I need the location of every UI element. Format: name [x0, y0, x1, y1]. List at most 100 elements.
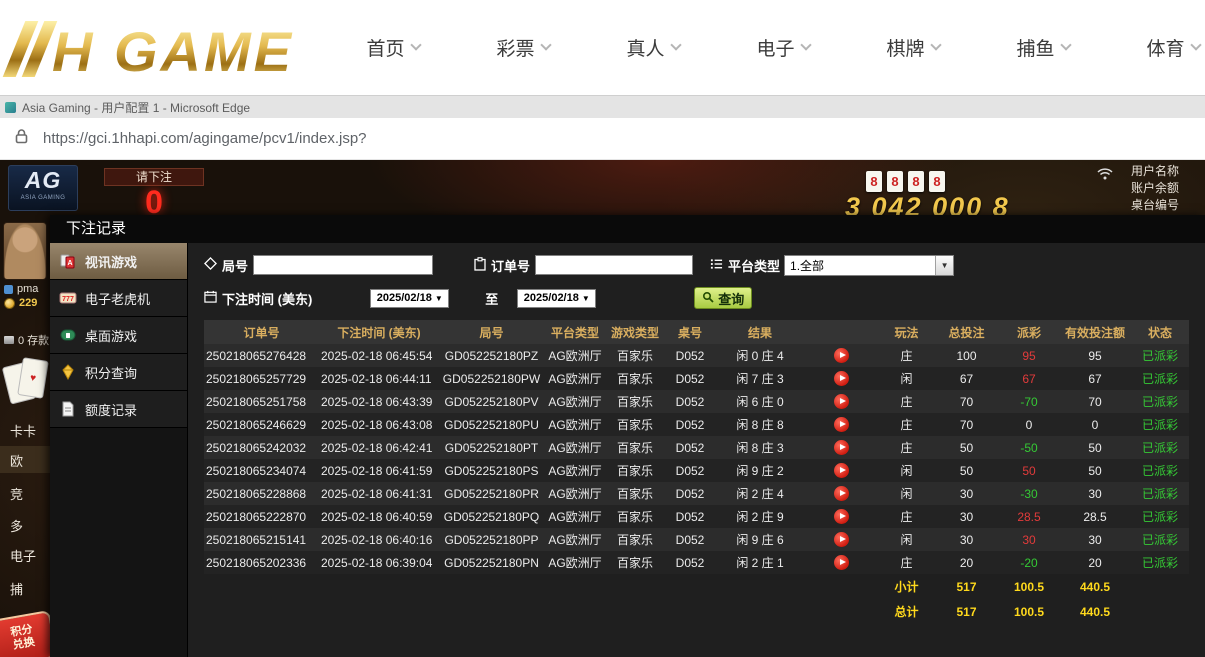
column-header: 游戏类型	[606, 320, 664, 344]
replay-button[interactable]	[834, 532, 849, 547]
total-payout: 100.5	[999, 599, 1059, 624]
cell-table-no: D052	[664, 344, 716, 367]
sidebar-item-0[interactable]: 卡卡	[10, 421, 36, 440]
screen: H GAME 首页彩票真人电子棋牌捕鱼体育 Asia Gaming - 用户配置…	[0, 0, 1205, 657]
column-header: 玩法	[879, 320, 934, 344]
site-logo[interactable]: H GAME	[14, 12, 294, 82]
menu-item-video-games[interactable]: A视讯游戏	[50, 243, 187, 280]
replay-button[interactable]	[834, 348, 849, 363]
cell-time: 2025-02-18 06:43:08	[319, 413, 439, 436]
nav-item-boardgames[interactable]: 棋牌	[848, 34, 978, 61]
cell-round: GD052252180PT	[439, 436, 544, 459]
balance-row: 229	[4, 297, 37, 309]
info-label-username: 用户名称	[1131, 163, 1205, 180]
favicon	[5, 102, 16, 113]
filter-row-2: 下注时间 (美东) 2025/02/18 ▼ 至 2025/02/18 ▼	[204, 286, 1189, 310]
nav-item-lottery[interactable]: 彩票	[458, 34, 588, 61]
cell-total-bet: 100	[934, 344, 999, 367]
replay-button[interactable]	[834, 371, 849, 386]
nav-item-electronic[interactable]: 电子	[718, 34, 848, 61]
url-bar: https://gci.1hhapi.com/agingame/pcv1/ind…	[0, 118, 1205, 160]
cell-result: 闲 8 庄 3	[716, 436, 804, 459]
to-label: 至	[485, 289, 498, 308]
cell-platform: AG欧洲厅	[544, 459, 606, 482]
sidebar-item-3[interactable]: 多	[10, 516, 23, 535]
cell-order: 250218065242032	[204, 436, 319, 459]
cell-status: 已派彩	[1131, 344, 1189, 367]
menu-item-slot-machines[interactable]: 777 电子老虎机	[50, 280, 187, 317]
query-label: 查询	[718, 289, 744, 308]
menu-item-points-query[interactable]: 积分查询	[50, 354, 187, 391]
calendar-icon	[204, 290, 217, 306]
sidebar-item-2[interactable]: 竞	[10, 484, 23, 503]
subtotal-row: 小计517100.5440.5	[204, 574, 1189, 599]
nav-item-fishing[interactable]: 捕鱼	[978, 34, 1108, 61]
lock-icon[interactable]	[15, 128, 28, 149]
sidebar-item-4[interactable]: 电子	[10, 546, 36, 565]
bet-records-panel: 下注记录 A视讯游戏777电子老虎机桌面游戏积分查询额度记录 局号 订单号	[50, 215, 1205, 657]
order-input[interactable]	[535, 255, 693, 275]
cell-game-type: 百家乐	[606, 459, 664, 482]
replay-button[interactable]	[834, 509, 849, 524]
card: 8	[908, 171, 924, 192]
replay-button[interactable]	[834, 394, 849, 409]
menu-label: 电子老虎机	[85, 289, 150, 308]
cell-replay	[804, 482, 879, 505]
avatar[interactable]	[3, 222, 47, 280]
left-sidebar-strip: pma 229 0 存款 ♥ 卡卡 欧 竞 多 电子 捕 积分兑换	[0, 215, 50, 657]
replay-button[interactable]	[834, 417, 849, 432]
replay-button[interactable]	[834, 486, 849, 501]
cell-valid-bet: 30	[1059, 482, 1131, 505]
menu-item-quota-records[interactable]: 额度记录	[50, 391, 187, 428]
platform-label-group: 平台类型	[710, 256, 780, 275]
replay-button[interactable]	[834, 463, 849, 478]
chevron-down-icon	[540, 39, 551, 50]
cell-table-no: D052	[664, 551, 716, 574]
round-input[interactable]	[253, 255, 433, 275]
table-info-labels: 用户名称 账户余额 桌台编号	[1131, 163, 1205, 214]
total-total-bet: 517	[934, 599, 999, 624]
cell-time: 2025-02-18 06:43:39	[319, 390, 439, 413]
nav-item-home[interactable]: 首页	[328, 34, 458, 61]
cell-time: 2025-02-18 06:42:41	[319, 436, 439, 459]
table-row: 2502180652420322025-02-18 06:42:41GD0522…	[204, 436, 1189, 459]
cell-payout: -70	[999, 390, 1059, 413]
platform-select[interactable]: 1.全部 ▼	[784, 255, 954, 276]
menu-label: 桌面游戏	[85, 326, 137, 345]
cell-result: 闲 2 庄 9	[716, 505, 804, 528]
cell-result: 闲 9 庄 6	[716, 528, 804, 551]
replay-button[interactable]	[834, 440, 849, 455]
date-to-select[interactable]: 2025/02/18 ▼	[517, 289, 596, 308]
username-row: pma	[4, 283, 38, 295]
cell-bet-side: 闲	[879, 482, 934, 505]
search-icon	[702, 291, 714, 306]
deposit-row[interactable]: 0 存款	[4, 332, 49, 348]
info-label-balance: 账户余额	[1131, 180, 1205, 197]
slot-icon: 777	[59, 289, 77, 307]
date-from-select[interactable]: 2025/02/18 ▼	[370, 289, 449, 308]
replay-button[interactable]	[834, 555, 849, 570]
card: 8	[866, 171, 882, 192]
cell-game-type: 百家乐	[606, 528, 664, 551]
subtotal-payout: 100.5	[999, 574, 1059, 599]
nav-item-live[interactable]: 真人	[588, 34, 718, 61]
bet-time-label: 下注时间 (美东)	[222, 289, 312, 308]
cell-table-no: D052	[664, 528, 716, 551]
column-header: 桌号	[664, 320, 716, 344]
cell-order: 250218065234074	[204, 459, 319, 482]
ag-logo: AG ASIA GAMING	[8, 165, 78, 211]
dropdown-arrow-icon: ▼	[582, 294, 590, 303]
menu-label: 额度记录	[85, 400, 137, 419]
cell-valid-bet: 70	[1059, 390, 1131, 413]
cell-replay	[804, 459, 879, 482]
sidebar-item-5[interactable]: 捕	[10, 579, 23, 598]
panel-body: A视讯游戏777电子老虎机桌面游戏积分查询额度记录 局号 订单号	[50, 243, 1205, 657]
table-row: 2502180652023362025-02-18 06:39:04GD0522…	[204, 551, 1189, 574]
promo-ribbon[interactable]: 积分兑换	[0, 610, 50, 657]
nav-item-sports[interactable]: 体育	[1108, 34, 1205, 61]
query-button[interactable]: 查询	[694, 287, 752, 309]
sidebar-item-1[interactable]: 欧	[10, 451, 23, 470]
url-text[interactable]: https://gci.1hhapi.com/agingame/pcv1/ind…	[43, 130, 367, 147]
cell-time: 2025-02-18 06:44:11	[319, 367, 439, 390]
menu-item-table-games[interactable]: 桌面游戏	[50, 317, 187, 354]
